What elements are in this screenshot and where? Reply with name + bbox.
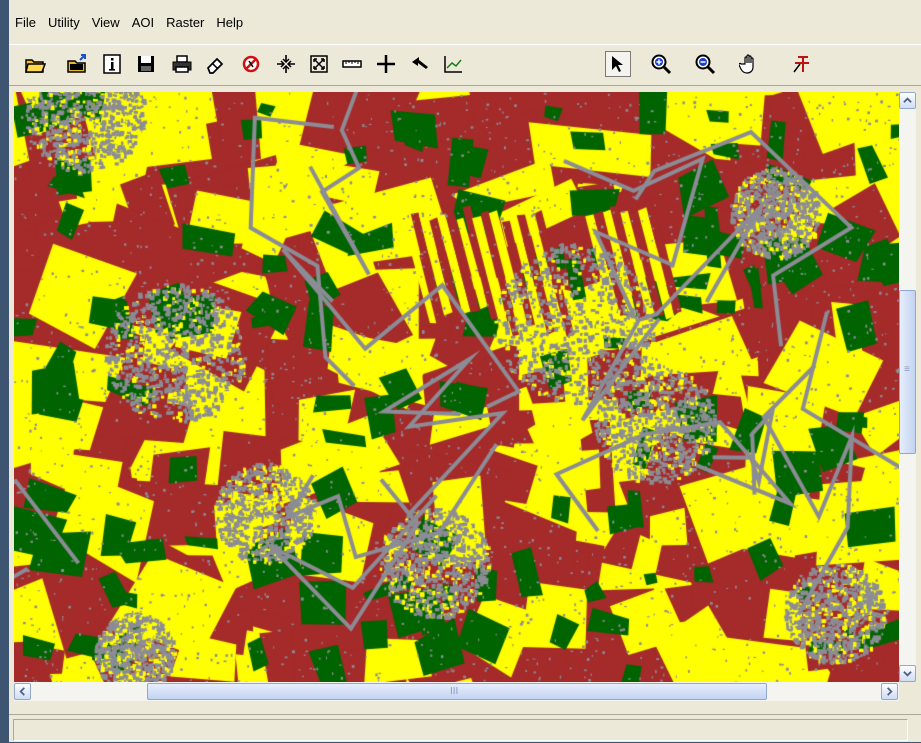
zoom-out-icon[interactable] bbox=[692, 51, 718, 77]
map-viewport[interactable] bbox=[14, 92, 908, 682]
status-field bbox=[13, 719, 908, 741]
zoom-in-icon[interactable] bbox=[648, 51, 674, 77]
horizontal-scroll-thumb[interactable]: III bbox=[147, 683, 767, 700]
menu-view[interactable]: View bbox=[86, 15, 126, 30]
scroll-up-button[interactable] bbox=[899, 92, 916, 109]
toolbar bbox=[9, 44, 921, 86]
arrow-icon[interactable] bbox=[407, 51, 433, 77]
scroll-left-button[interactable] bbox=[14, 683, 31, 700]
menu-aoi[interactable]: AOI bbox=[126, 15, 160, 30]
open-layer-icon[interactable] bbox=[64, 51, 90, 77]
menu-help[interactable]: Help bbox=[210, 15, 249, 30]
zoom-to-fit-icon[interactable] bbox=[273, 51, 299, 77]
scroll-right-button[interactable] bbox=[881, 683, 898, 700]
no-entry-icon[interactable] bbox=[238, 51, 264, 77]
save-icon[interactable] bbox=[133, 51, 159, 77]
inquire-cursor-icon[interactable] bbox=[788, 51, 814, 77]
viewer-window: File Utility View AOI Raster Help ≡ III bbox=[9, 0, 921, 742]
scroll-down-button[interactable] bbox=[899, 665, 916, 682]
classified-raster-image[interactable] bbox=[14, 92, 908, 682]
horizontal-thumb-grip: III bbox=[450, 686, 459, 697]
menu-raster[interactable]: Raster bbox=[160, 15, 210, 30]
menu-bar: File Utility View AOI Raster Help bbox=[9, 9, 921, 36]
status-bar bbox=[9, 714, 921, 743]
fit-window-icon[interactable] bbox=[306, 51, 332, 77]
info-icon[interactable] bbox=[99, 51, 125, 77]
vertical-scroll-thumb[interactable]: ≡ bbox=[899, 290, 916, 454]
menu-utility[interactable]: Utility bbox=[42, 15, 86, 30]
select-pointer-icon[interactable] bbox=[605, 51, 631, 77]
menu-file[interactable]: File bbox=[9, 15, 42, 30]
ruler-icon[interactable] bbox=[339, 51, 365, 77]
crosshair-icon[interactable] bbox=[373, 51, 399, 77]
profile-chart-icon[interactable] bbox=[440, 51, 466, 77]
pan-hand-icon[interactable] bbox=[737, 51, 763, 77]
horizontal-scrollbar[interactable]: III bbox=[14, 682, 899, 701]
vertical-thumb-grip: ≡ bbox=[904, 364, 910, 375]
vertical-scrollbar[interactable]: ≡ bbox=[899, 92, 916, 682]
open-folder-icon[interactable] bbox=[22, 51, 48, 77]
print-icon[interactable] bbox=[169, 51, 195, 77]
eraser-icon[interactable] bbox=[202, 51, 228, 77]
